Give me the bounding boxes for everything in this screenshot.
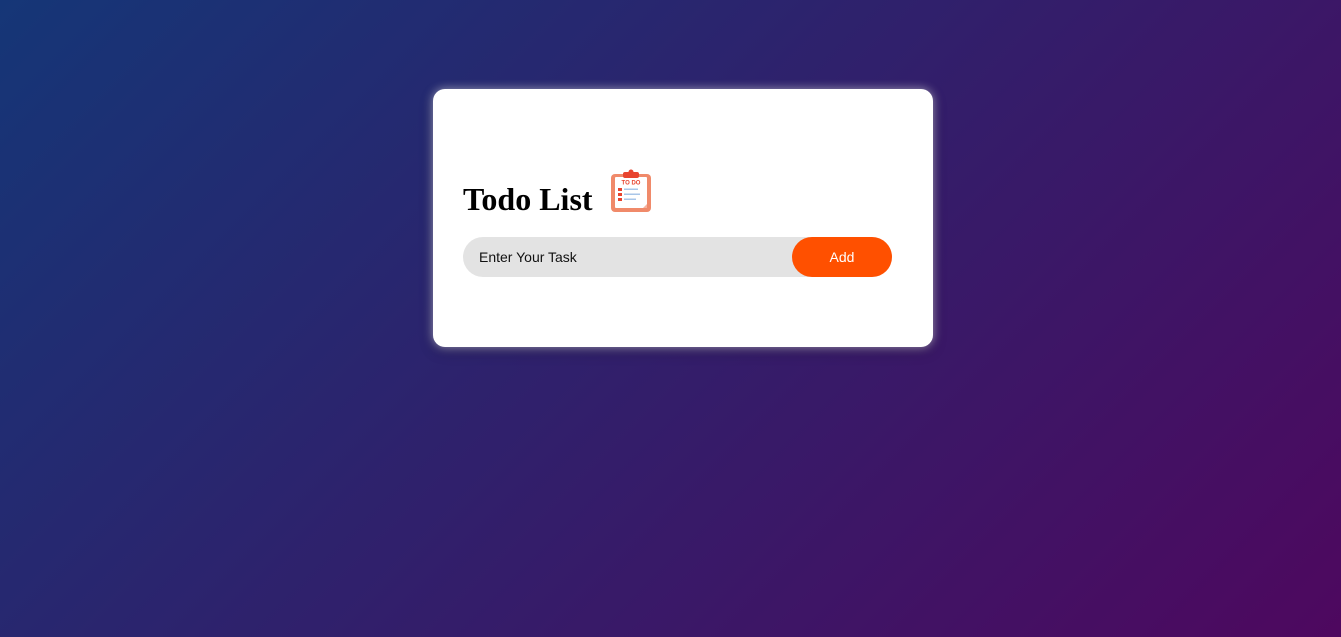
add-button[interactable]: Add [792,237,892,277]
task-input[interactable] [463,237,792,277]
icon-lettering: TO DO [621,181,640,187]
page-title: Todo List [463,181,593,217]
task-entry-row: Add [463,237,892,277]
heading-row: Todo List TO DO [463,167,652,215]
todo-card: Todo List TO DO Add [433,89,933,347]
todo-clipboard-icon: TO DO [610,169,651,212]
